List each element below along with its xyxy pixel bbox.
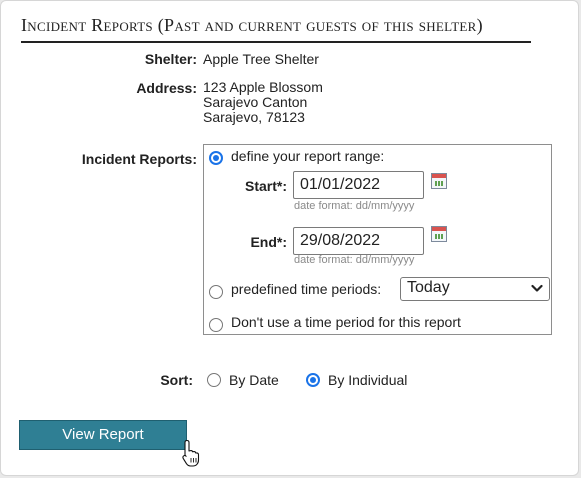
radio-define-range[interactable] (209, 151, 223, 165)
address-line-2: Sarajevo Canton (203, 94, 308, 110)
start-date-input[interactable] (293, 171, 424, 199)
incident-reports-label: Incident Reports: (81, 151, 197, 167)
start-date-hint: date format: dd/mm/yyyy (294, 200, 415, 212)
radio-predefined-periods[interactable] (209, 285, 223, 299)
radio-define-range-label[interactable]: define your report range: (231, 148, 384, 164)
view-report-button[interactable]: View Report (19, 420, 187, 450)
radio-no-time-period[interactable] (209, 318, 223, 332)
title-divider (21, 41, 531, 43)
radio-sort-by-date-label[interactable]: By Date (229, 372, 279, 388)
radio-predefined-periods-label[interactable]: predefined time periods: (231, 281, 381, 297)
start-date-label: Start*: (244, 178, 287, 194)
end-date-label: End*: (250, 234, 287, 250)
calendar-icon[interactable] (431, 226, 447, 242)
predefined-period-select[interactable]: Today (400, 277, 550, 301)
radio-sort-by-date[interactable] (207, 373, 221, 387)
radio-no-time-period-label[interactable]: Don't use a time period for this report (231, 314, 461, 330)
address-label: Address: (136, 80, 197, 96)
radio-sort-by-individual-label[interactable]: By Individual (328, 372, 407, 388)
address-line-3: Sarajevo, 78123 (203, 109, 305, 125)
shelter-label: Shelter: (144, 51, 197, 67)
end-date-hint: date format: dd/mm/yyyy (294, 254, 415, 266)
chevron-down-icon (531, 284, 543, 292)
end-date-input[interactable] (293, 227, 424, 255)
mouse-pointer-icon (182, 439, 200, 467)
radio-sort-by-individual[interactable] (306, 373, 320, 387)
calendar-icon[interactable] (431, 173, 447, 189)
page-title: Incident Reports (Past and current guest… (21, 15, 483, 35)
sort-label: Sort: (160, 372, 193, 388)
address-line-1: 123 Apple Blossom (203, 79, 323, 95)
address-value: 123 Apple Blossom Sarajevo Canton Saraje… (203, 80, 323, 125)
report-panel: Incident Reports (Past and current guest… (0, 0, 579, 476)
predefined-period-value: Today (407, 279, 450, 296)
shelter-value: Apple Tree Shelter (203, 51, 319, 67)
